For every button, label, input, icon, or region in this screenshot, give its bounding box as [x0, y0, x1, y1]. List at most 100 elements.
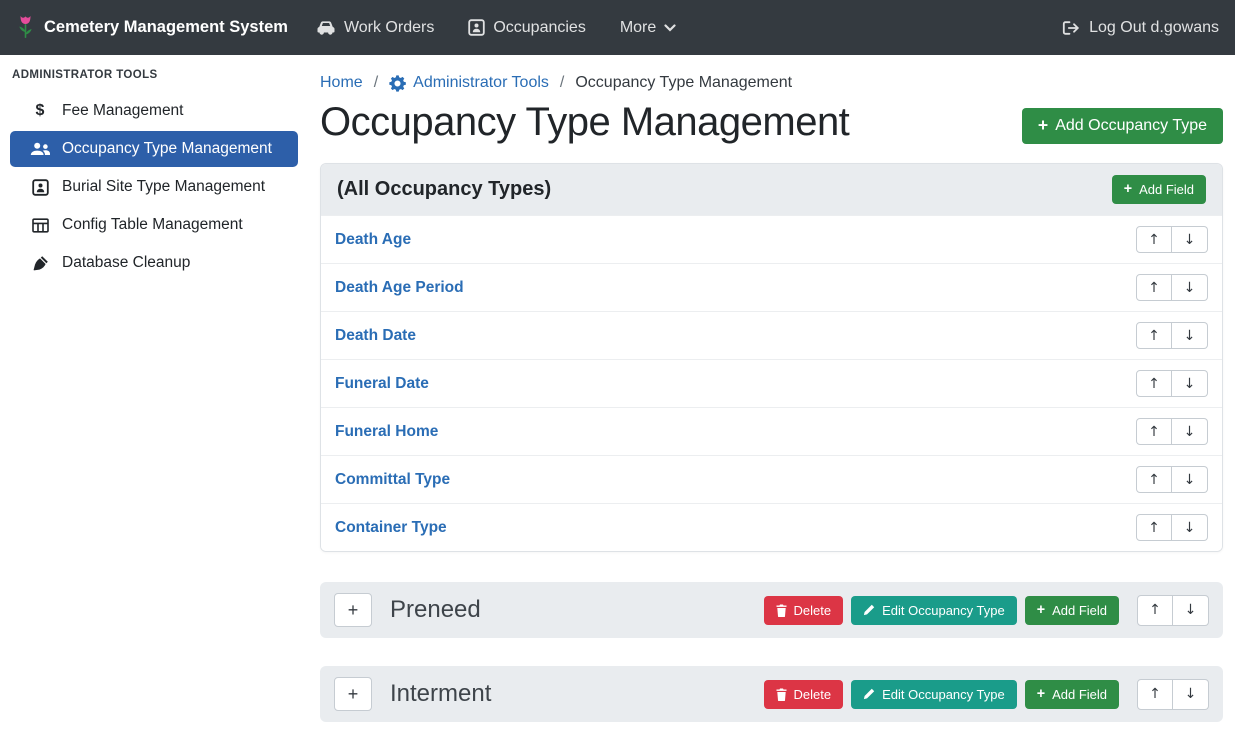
logout-link[interactable]: Log Out d.gowans	[1062, 19, 1219, 37]
field-row: Container Type ↑ ↓	[321, 503, 1222, 551]
move-down-button[interactable]: ↓	[1172, 226, 1208, 253]
sidebar-item-label: Fee Management	[62, 102, 184, 120]
sidebar-item-database-cleanup[interactable]: Database Cleanup	[10, 245, 298, 281]
arrow-down-icon: ↓	[1184, 280, 1196, 296]
breadcrumb-separator: /	[560, 74, 564, 92]
nav-more-label: More	[620, 19, 656, 37]
broom-icon	[28, 255, 52, 272]
table-icon	[28, 218, 52, 233]
field-link[interactable]: Death Age Period	[335, 279, 464, 297]
person-frame-icon	[468, 19, 485, 36]
arrow-down-icon: ↓	[1185, 602, 1197, 618]
add-occupancy-type-button[interactable]: + Add Occupancy Type	[1022, 108, 1223, 144]
brand-title: Cemetery Management System	[44, 18, 288, 37]
arrow-down-icon: ↓	[1184, 424, 1196, 440]
sidebar-item-burial-site-type-management[interactable]: Burial Site Type Management	[10, 169, 298, 205]
field-row: Funeral Date ↑ ↓	[321, 359, 1222, 407]
arrow-up-icon: ↑	[1148, 232, 1160, 248]
arrow-up-icon: ↑	[1149, 602, 1161, 618]
delete-button[interactable]: Delete	[764, 680, 844, 709]
arrow-up-icon: ↑	[1148, 328, 1160, 344]
nav-occupancies-label: Occupancies	[493, 19, 586, 37]
expand-button[interactable]: +	[334, 677, 372, 711]
move-up-button[interactable]: ↑	[1136, 370, 1172, 397]
section-header-interment: + Interment Delete	[320, 666, 1223, 722]
logout-icon	[1062, 20, 1081, 36]
move-down-button[interactable]: ↓	[1172, 274, 1208, 301]
move-down-button[interactable]: ↓	[1173, 595, 1209, 626]
all-types-card-header: (All Occupancy Types) + Add Field	[321, 164, 1222, 215]
main-nav: Work Orders Occupancies More	[316, 19, 676, 37]
edit-occupancy-type-button[interactable]: Edit Occupancy Type	[851, 680, 1017, 709]
sidebar: Administrator Tools $ Fee Management Occ…	[0, 55, 308, 738]
add-field-button[interactable]: + Add Field	[1112, 175, 1206, 204]
field-link[interactable]: Committal Type	[335, 471, 450, 489]
move-down-button[interactable]: ↓	[1172, 322, 1208, 349]
reorder-group: ↑ ↓	[1136, 226, 1208, 253]
reorder-group: ↑ ↓	[1137, 679, 1209, 710]
sidebar-item-occupancy-type-management[interactable]: Occupancy Type Management	[10, 131, 298, 167]
move-down-button[interactable]: ↓	[1172, 466, 1208, 493]
field-link[interactable]: Container Type	[335, 519, 447, 537]
breadcrumb: Home / Administrator Tools / Occupancy T…	[320, 74, 1223, 92]
move-down-button[interactable]: ↓	[1172, 418, 1208, 445]
sidebar-heading: Administrator Tools	[0, 59, 308, 93]
add-field-button[interactable]: + Add Field	[1025, 596, 1119, 625]
sidebar-item-label: Burial Site Type Management	[62, 178, 265, 196]
brand[interactable]: Cemetery Management System	[16, 14, 288, 41]
move-up-button[interactable]: ↑	[1137, 595, 1173, 626]
move-up-button[interactable]: ↑	[1136, 514, 1172, 541]
nav-more[interactable]: More	[620, 19, 676, 37]
main-content: Home / Administrator Tools / Occupancy T…	[308, 55, 1235, 738]
arrow-up-icon: ↑	[1149, 686, 1161, 702]
move-up-button[interactable]: ↑	[1137, 679, 1173, 710]
sidebar-item-config-table-management[interactable]: Config Table Management	[10, 207, 298, 243]
nav-occupancies[interactable]: Occupancies	[468, 19, 586, 37]
move-up-button[interactable]: ↑	[1136, 226, 1172, 253]
arrow-down-icon: ↓	[1185, 686, 1197, 702]
expand-button[interactable]: +	[334, 593, 372, 627]
move-down-button[interactable]: ↓	[1173, 679, 1209, 710]
reorder-group: ↑ ↓	[1136, 514, 1208, 541]
field-link[interactable]: Funeral Home	[335, 423, 438, 441]
plus-icon: +	[1037, 687, 1045, 701]
edit-occupancy-type-button[interactable]: Edit Occupancy Type	[851, 596, 1017, 625]
trash-icon	[776, 604, 787, 617]
move-up-button[interactable]: ↑	[1136, 466, 1172, 493]
arrow-down-icon: ↓	[1184, 328, 1196, 344]
arrow-down-icon: ↓	[1184, 376, 1196, 392]
arrow-up-icon: ↑	[1148, 472, 1160, 488]
all-occupancy-types-card: (All Occupancy Types) + Add Field Death …	[320, 163, 1223, 552]
top-navbar: Cemetery Management System Work Orders O…	[0, 0, 1235, 55]
reorder-group: ↑ ↓	[1136, 322, 1208, 349]
move-down-button[interactable]: ↓	[1172, 514, 1208, 541]
sidebar-item-fee-management[interactable]: $ Fee Management	[10, 93, 298, 129]
users-icon	[28, 142, 52, 156]
sidebar-item-label: Config Table Management	[62, 216, 243, 234]
field-link[interactable]: Death Date	[335, 327, 416, 345]
dollar-icon: $	[28, 102, 52, 120]
car-icon	[316, 20, 336, 35]
pencil-icon	[863, 688, 875, 700]
add-field-button[interactable]: + Add Field	[1025, 680, 1119, 709]
move-up-button[interactable]: ↑	[1136, 274, 1172, 301]
move-down-button[interactable]: ↓	[1172, 370, 1208, 397]
field-row: Funeral Home ↑ ↓	[321, 407, 1222, 455]
arrow-up-icon: ↑	[1148, 520, 1160, 536]
nav-work-orders[interactable]: Work Orders	[316, 19, 434, 37]
delete-button[interactable]: Delete	[764, 596, 844, 625]
trash-icon	[776, 688, 787, 701]
reorder-group: ↑ ↓	[1137, 595, 1209, 626]
breadcrumb-home-link[interactable]: Home	[320, 74, 363, 92]
field-link[interactable]: Death Age	[335, 231, 411, 249]
gear-icon	[389, 75, 406, 92]
sidebar-item-label: Database Cleanup	[62, 254, 190, 272]
breadcrumb-admin-tools-link[interactable]: Administrator Tools	[389, 74, 549, 92]
burial-site-icon	[28, 179, 52, 196]
field-row: Death Age ↑ ↓	[321, 215, 1222, 263]
field-link[interactable]: Funeral Date	[335, 375, 429, 393]
reorder-group: ↑ ↓	[1136, 418, 1208, 445]
pencil-icon	[863, 604, 875, 616]
move-up-button[interactable]: ↑	[1136, 418, 1172, 445]
move-up-button[interactable]: ↑	[1136, 322, 1172, 349]
